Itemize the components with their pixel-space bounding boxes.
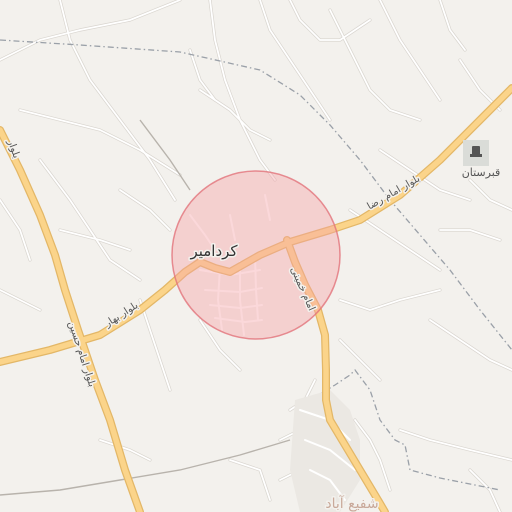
bottom-town-label: شفیع آباد [325, 495, 378, 512]
map-canvas[interactable]: کردامیر بلوار امام رضا بلوار بهار بلوار … [0, 0, 512, 512]
cemetery-icon[interactable] [463, 140, 489, 166]
cemetery-label: قبرستان [462, 166, 501, 179]
town-label[interactable]: کردامیر [188, 241, 240, 262]
map-view[interactable]: کردامیر بلوار امام رضا بلوار بهار بلوار … [0, 0, 512, 512]
